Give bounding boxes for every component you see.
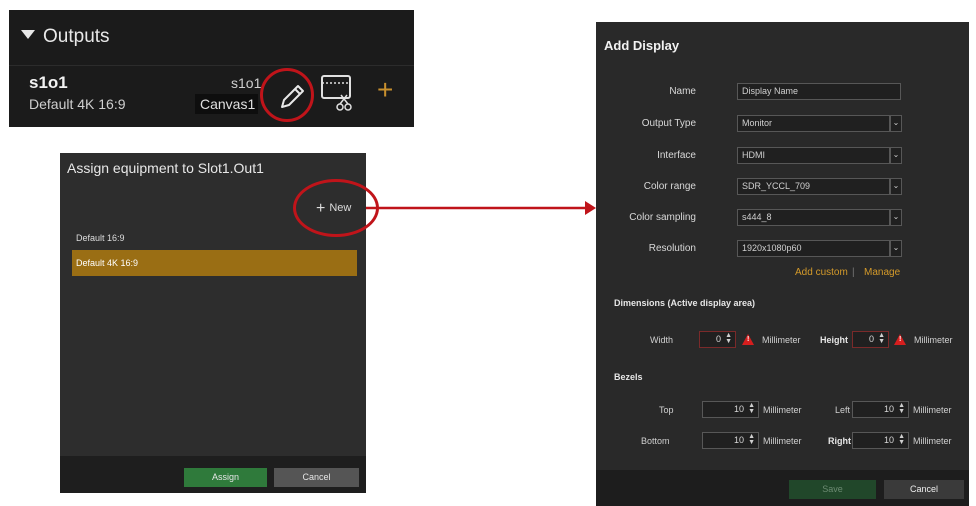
width-value: 0 xyxy=(715,334,721,344)
output-description: Default 4K 16:9 xyxy=(29,96,126,112)
left-stepper[interactable]: 10 ▲ ▼ xyxy=(852,401,909,418)
list-item[interactable]: Default 16:9 xyxy=(72,225,357,251)
manage-link[interactable]: Manage xyxy=(864,267,900,278)
name-input[interactable]: Display Name xyxy=(737,83,901,100)
height-value: 0 xyxy=(868,334,874,344)
top-value: 10 xyxy=(733,404,744,414)
cancel-button[interactable]: Cancel xyxy=(274,468,359,487)
chevron-down-icon[interactable]: ⌄ xyxy=(890,209,902,226)
chevron-down-icon[interactable]: ⌄ xyxy=(890,147,902,164)
canvas-label: Canvas1 xyxy=(195,94,258,114)
right-stepper[interactable]: 10 ▲ ▼ xyxy=(852,432,909,449)
save-button[interactable]: Save xyxy=(789,480,876,499)
top-unit: Millimeter xyxy=(763,405,802,415)
left-unit: Millimeter xyxy=(913,405,952,415)
warning-icon: ! xyxy=(894,334,906,345)
warning-icon: ! xyxy=(742,334,754,345)
left-label: Left xyxy=(835,405,851,415)
header-divider xyxy=(9,65,414,66)
spinner-arrows-icon[interactable]: ▲ ▼ xyxy=(898,433,905,446)
spinner-arrows-icon[interactable]: ▲ ▼ xyxy=(878,332,885,345)
height-label: Height xyxy=(820,335,848,345)
interface-select[interactable]: HDMI xyxy=(737,147,890,164)
chevron-down-icon[interactable]: ⌄ xyxy=(890,240,902,257)
dialog-title: Assign equipment to Slot1.Out1 xyxy=(67,160,264,176)
output-name: s1o1 xyxy=(29,73,68,92)
name-label: Name xyxy=(669,86,696,97)
dialog-title: Add Display xyxy=(604,38,680,53)
list-item-selected[interactable]: Default 4K 16:9 xyxy=(72,250,357,276)
assign-equipment-dialog: Assign equipment to Slot1.Out1 + New Defa… xyxy=(60,153,379,493)
add-output-plus-icon[interactable]: + xyxy=(377,76,393,104)
right-value: 10 xyxy=(883,435,894,445)
width-unit: Millimeter xyxy=(762,335,801,345)
bottom-stepper[interactable]: 10 ▲ ▼ xyxy=(702,432,759,449)
link-separator: | xyxy=(852,267,855,278)
color-sampling-select[interactable]: s444_8 xyxy=(737,209,890,226)
outputs-header-label: Outputs xyxy=(43,26,110,47)
dialog-footer: Save Cancel xyxy=(596,470,969,506)
outputs-header[interactable]: Outputs xyxy=(21,26,110,48)
top-stepper[interactable]: 10 ▲ ▼ xyxy=(702,401,759,418)
add-custom-link[interactable]: Add custom xyxy=(795,267,848,278)
height-unit: Millimeter xyxy=(914,335,953,345)
right-label: Right xyxy=(828,436,851,446)
resolution-label: Resolution xyxy=(648,243,696,254)
connector-arrow xyxy=(366,201,596,215)
chevron-down-icon[interactable]: ⌄ xyxy=(890,115,902,132)
color-sampling-label: Color sampling xyxy=(629,212,696,223)
add-display-dialog: Add Display Name Display Name Output Typ… xyxy=(596,22,969,506)
dialog-footer: Assign Cancel xyxy=(60,456,366,493)
right-unit: Millimeter xyxy=(913,436,952,446)
chevron-down-icon[interactable]: ⌄ xyxy=(890,178,902,195)
cancel-button[interactable]: Cancel xyxy=(884,480,964,499)
bottom-unit: Millimeter xyxy=(763,436,802,446)
bottom-value: 10 xyxy=(733,435,744,445)
top-label: Top xyxy=(659,405,674,415)
bezels-section-title: Bezels xyxy=(614,372,643,382)
spinner-arrows-icon[interactable]: ▲ ▼ xyxy=(898,402,905,415)
width-stepper[interactable]: 0 ▲ ▼ xyxy=(699,331,736,348)
spinner-arrows-icon[interactable]: ▲ ▼ xyxy=(748,433,755,446)
highlight-circle-edit xyxy=(260,68,314,122)
color-range-label: Color range xyxy=(643,181,696,192)
collapse-triangle-icon[interactable] xyxy=(21,30,35,39)
assign-button[interactable]: Assign xyxy=(184,468,267,487)
color-range-select[interactable]: SDR_YCCL_709 xyxy=(737,178,890,195)
interface-label: Interface xyxy=(657,150,696,161)
screen-scissors-icon[interactable] xyxy=(320,73,354,113)
height-stepper[interactable]: 0 ▲ ▼ xyxy=(852,331,889,348)
output-type-label: Output Type xyxy=(641,118,696,129)
dimensions-section-title: Dimensions (Active display area) xyxy=(614,298,756,308)
spinner-arrows-icon[interactable]: ▲ ▼ xyxy=(725,332,732,345)
left-value: 10 xyxy=(883,404,894,414)
output-type-select[interactable]: Monitor xyxy=(737,115,890,132)
width-label: Width xyxy=(650,335,674,345)
resolution-select[interactable]: 1920x1080p60 xyxy=(737,240,890,257)
output-id-label: s1o1 xyxy=(231,75,262,91)
bottom-label: Bottom xyxy=(641,436,670,446)
outputs-panel: Outputs s1o1 Default 4K 16:9 s1o1 Canvas… xyxy=(9,10,414,127)
spinner-arrows-icon[interactable]: ▲ ▼ xyxy=(748,402,755,415)
